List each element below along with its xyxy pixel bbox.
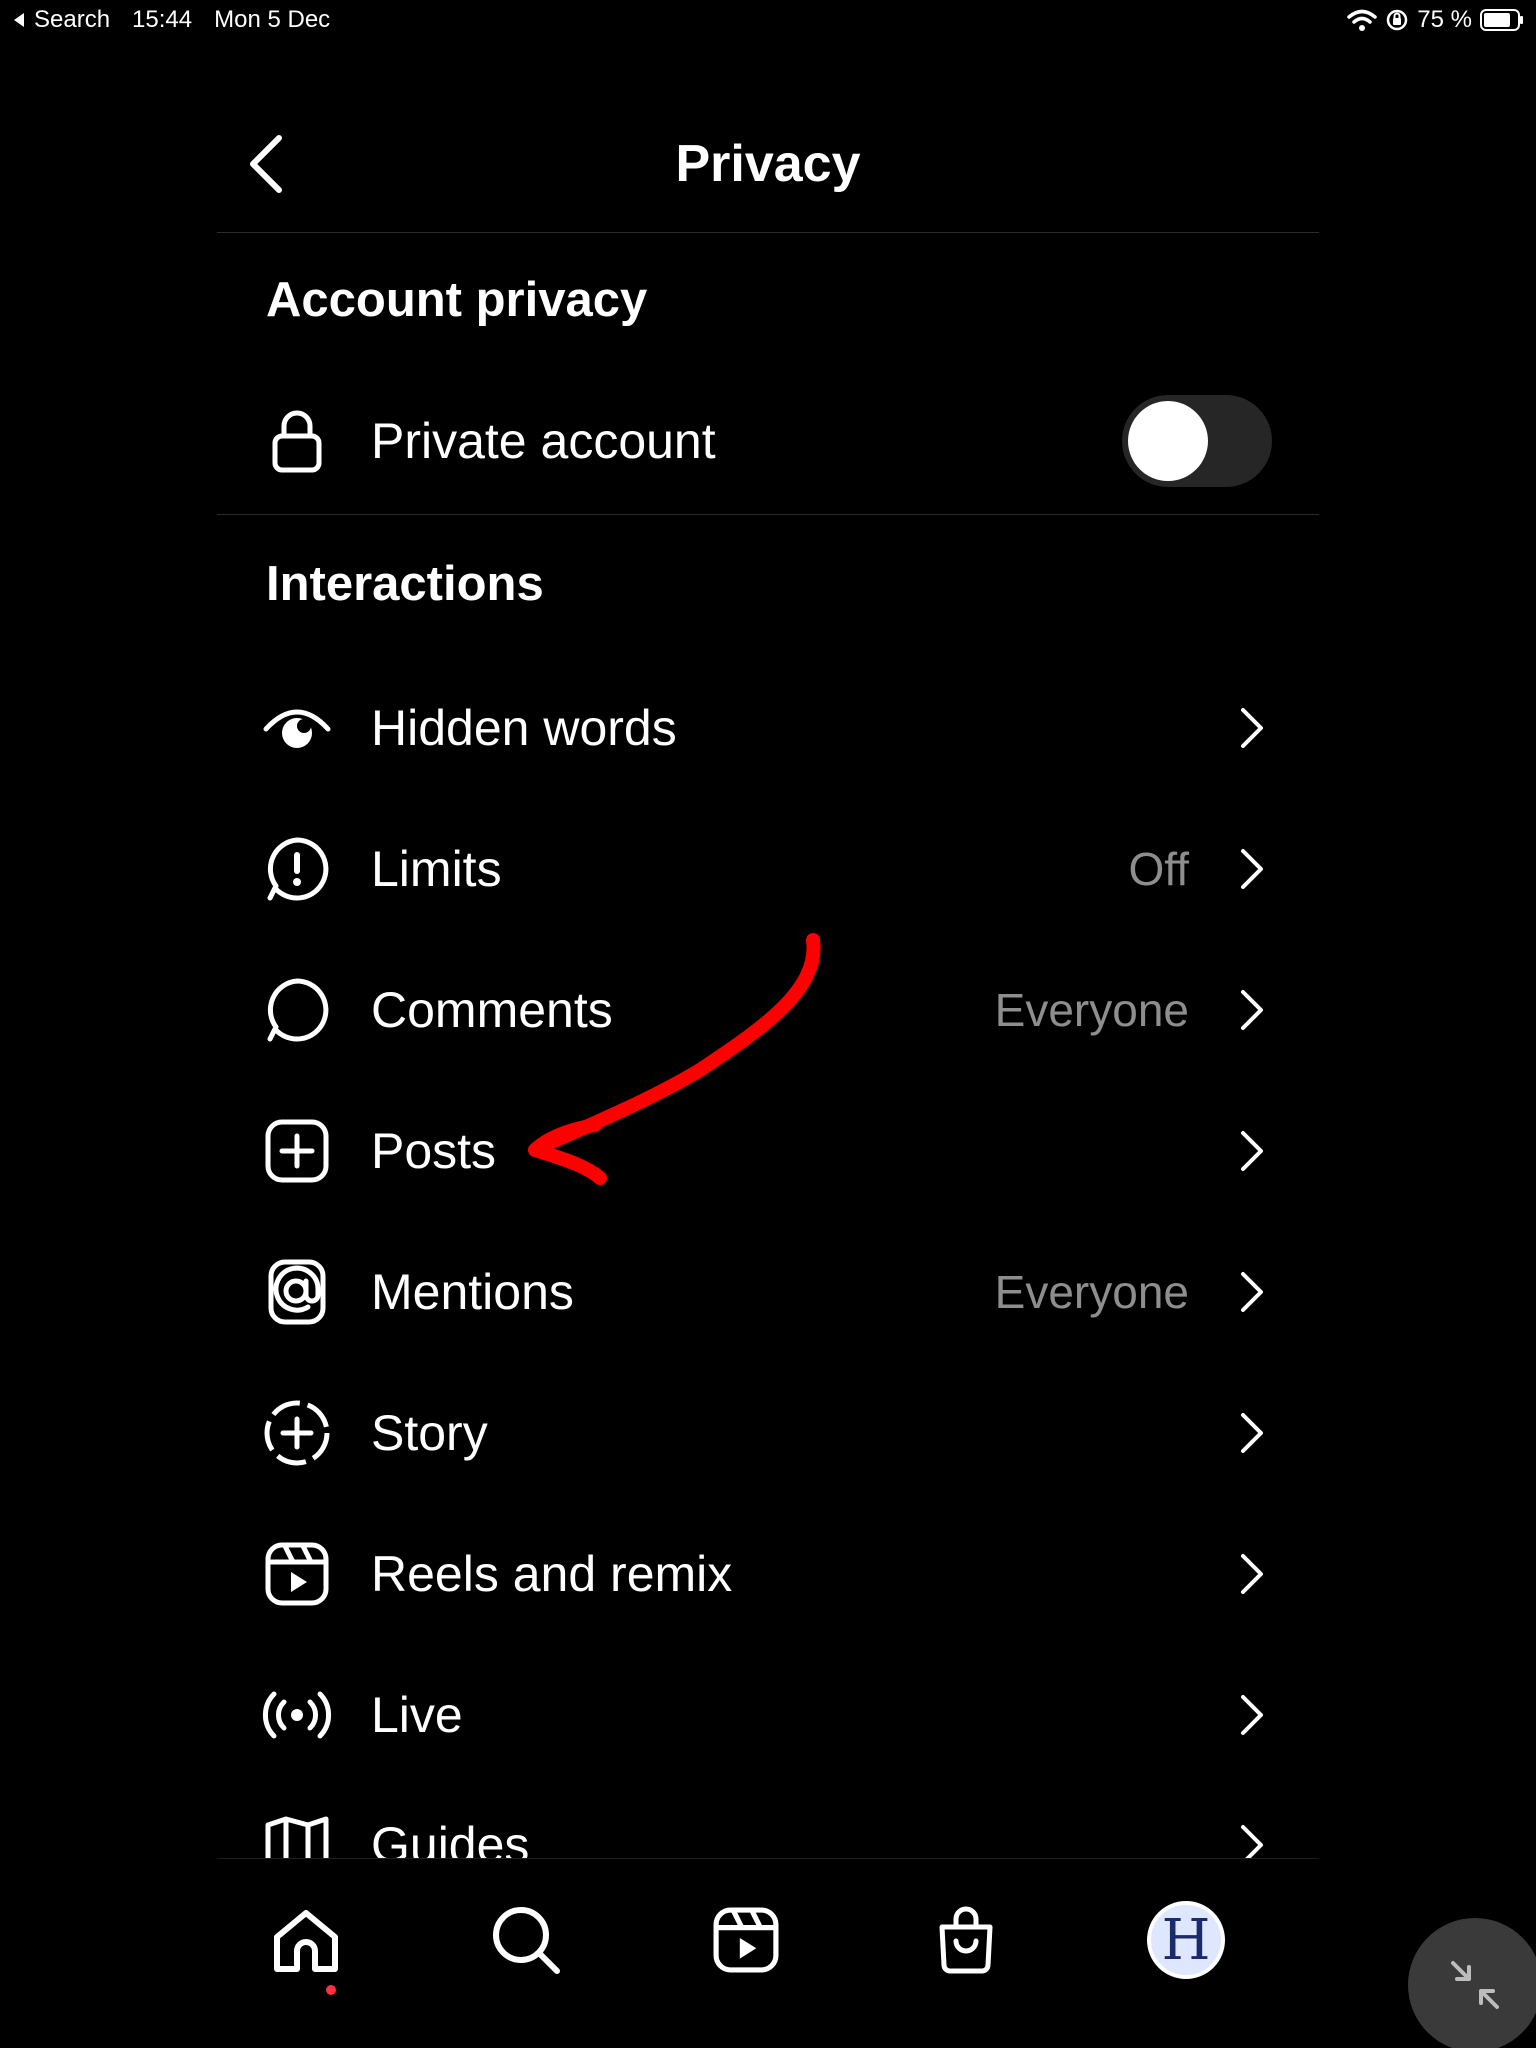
- back-to-search-label: Search: [34, 6, 111, 33]
- row-mentions[interactable]: Mentions Everyone: [217, 1227, 1319, 1357]
- reels-nav-icon[interactable]: [701, 1895, 791, 1985]
- row-label: Mentions: [371, 1264, 574, 1320]
- privacy-settings-screen: Search 15:44 Mon 5 Dec 75 % Privacy Acco…: [0, 0, 1536, 2048]
- reels-icon: [262, 1539, 332, 1609]
- row-value: Everyone: [994, 984, 1189, 1036]
- plus-square-icon: [262, 1116, 332, 1186]
- row-value: Everyone: [994, 1266, 1189, 1318]
- back-to-search-link[interactable]: Search: [12, 6, 110, 34]
- private-account-row: Private account: [217, 376, 1319, 506]
- private-account-toggle[interactable]: [1122, 395, 1272, 487]
- status-bar-left: Search 15:44 Mon 5 Dec: [12, 6, 330, 34]
- story-plus-icon: [262, 1398, 332, 1468]
- battery-percent: 75 %: [1417, 6, 1472, 33]
- active-tab-dot: [326, 1985, 336, 1995]
- status-bar-right: 75 %: [1347, 6, 1524, 34]
- row-posts[interactable]: Posts: [217, 1086, 1319, 1216]
- row-label: Hidden words: [371, 700, 677, 756]
- row-live[interactable]: Live: [217, 1650, 1319, 1780]
- section-divider: [217, 514, 1319, 515]
- row-label: Story: [371, 1405, 488, 1461]
- back-triangle-icon: [14, 13, 24, 27]
- row-label: Reels and remix: [371, 1546, 733, 1602]
- live-icon: [262, 1680, 332, 1750]
- profile-tab[interactable]: H: [1141, 1895, 1231, 1985]
- chevron-right-icon: [1237, 1411, 1267, 1455]
- at-icon: [262, 1257, 332, 1327]
- minimize-window-button[interactable]: [1408, 1918, 1536, 2048]
- shop-icon[interactable]: [921, 1895, 1011, 1985]
- battery-icon: [1480, 9, 1524, 31]
- chevron-right-icon: [1237, 706, 1267, 750]
- row-guides[interactable]: Guides: [217, 1800, 1319, 1858]
- eye-icon: [262, 693, 332, 763]
- row-label: Limits: [371, 841, 502, 897]
- lock-icon: [262, 406, 332, 476]
- chevron-right-icon: [1237, 1552, 1267, 1596]
- alert-bubble-icon: [262, 834, 332, 904]
- chevron-right-icon: [1237, 988, 1267, 1032]
- orientation-lock-icon: [1387, 9, 1408, 31]
- row-story[interactable]: Story: [217, 1368, 1319, 1498]
- wifi-icon: [1347, 9, 1378, 31]
- guides-icon: [262, 1810, 332, 1858]
- row-label: Comments: [371, 982, 613, 1038]
- chevron-right-icon: [1237, 1129, 1267, 1173]
- home-icon[interactable]: [261, 1895, 351, 1985]
- chevron-right-icon: [1237, 1270, 1267, 1314]
- status-date: Mon 5 Dec: [214, 6, 331, 33]
- status-time: 15:44: [132, 6, 193, 33]
- comment-icon: [262, 975, 332, 1045]
- chevron-right-icon: [1237, 1693, 1267, 1737]
- page-header: Privacy: [217, 110, 1319, 233]
- collapse-arrows-icon: [1451, 1961, 1499, 2009]
- search-icon[interactable]: [481, 1895, 571, 1985]
- scroll-clip: Guides: [217, 1800, 1319, 1858]
- section-title-account-privacy: Account privacy: [266, 273, 648, 327]
- section-title-interactions: Interactions: [266, 557, 544, 611]
- row-limits[interactable]: Limits Off: [217, 804, 1319, 934]
- status-bar: Search 15:44 Mon 5 Dec 75 %: [0, 0, 1536, 40]
- row-reels-and-remix[interactable]: Reels and remix: [217, 1509, 1319, 1639]
- private-account-label: Private account: [371, 413, 716, 469]
- row-label: Guides: [371, 1817, 530, 1858]
- row-comments[interactable]: Comments Everyone: [217, 945, 1319, 1075]
- page-title: Privacy: [675, 135, 861, 193]
- row-label: Live: [371, 1687, 463, 1743]
- row-hidden-words[interactable]: Hidden words: [217, 663, 1319, 793]
- bottom-nav: H: [217, 1858, 1319, 2048]
- chevron-right-icon: [1237, 847, 1267, 891]
- avatar: H: [1147, 1901, 1225, 1979]
- row-value: Off: [1128, 843, 1189, 895]
- chevron-right-icon: [1237, 1823, 1267, 1858]
- toggle-knob: [1128, 401, 1208, 481]
- row-label: Posts: [371, 1123, 497, 1179]
